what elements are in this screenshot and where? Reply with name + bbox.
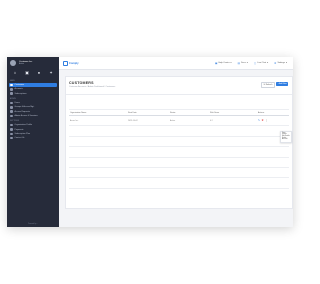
users-icon bbox=[10, 101, 13, 105]
help-center-label: Help Center bbox=[218, 62, 230, 64]
app-window: Customer Inc. Admin ⌂ ▣ ● ✦ Main Custome… bbox=[7, 57, 293, 227]
sessions-icon bbox=[10, 114, 13, 118]
add-customer-button[interactable]: + Add New bbox=[276, 82, 289, 86]
settings-label: Settings bbox=[277, 62, 285, 64]
payments-icon bbox=[10, 128, 13, 131]
sidebar-item-label: Groups & Access Mgt. bbox=[14, 106, 35, 109]
customers-table: Organization Name Start Date Status Risk… bbox=[69, 109, 289, 189]
table-row bbox=[69, 125, 289, 137]
docs-label: Docs bbox=[241, 62, 246, 64]
logo-icon bbox=[63, 60, 68, 66]
sidebar-item-label: Contact Us bbox=[14, 137, 25, 140]
cell-org: Acme Inc. bbox=[69, 115, 127, 127]
refresh-label: Refresh bbox=[265, 84, 273, 86]
chat-icon: ▢ bbox=[253, 61, 257, 65]
cell-start-date: 2023-10-02 bbox=[127, 115, 169, 127]
cell-status: Active bbox=[169, 115, 209, 127]
docs-button[interactable]: ▤ Docs ▾ bbox=[238, 62, 248, 65]
add-customer-label: + Add New bbox=[277, 83, 287, 85]
sidebar-item-label: Subscription Plan bbox=[14, 132, 31, 135]
profile-icon bbox=[10, 123, 13, 127]
table-row bbox=[69, 177, 289, 189]
row-actions-menu: View Details Edit Details Delete Account bbox=[280, 131, 292, 143]
sidebar-item-label: Accounts bbox=[14, 88, 23, 91]
refresh-button[interactable]: ↻ Refresh bbox=[261, 82, 275, 88]
sidebar-item-label: Customers bbox=[14, 84, 25, 87]
logo-text: Comply bbox=[69, 61, 79, 65]
help-icon: ▣ bbox=[214, 61, 218, 65]
customers-panel: CUSTOMERS Customer Accounts / Admin Dash… bbox=[65, 76, 293, 209]
app-logo[interactable]: Comply bbox=[63, 60, 79, 66]
cell-risk: 4.2 bbox=[209, 115, 257, 127]
sidebar-item-label: Users bbox=[14, 102, 20, 105]
sidebar-item-label: Access Requests bbox=[14, 110, 30, 113]
table-row bbox=[69, 167, 289, 179]
avatar bbox=[10, 60, 16, 66]
delete-icon[interactable]: ✖ bbox=[262, 119, 264, 122]
table-row bbox=[69, 157, 289, 168]
groups-icon bbox=[10, 106, 13, 109]
chevron-down-icon: ▾ bbox=[285, 62, 287, 64]
chevron-down-icon: ▾ bbox=[230, 62, 232, 64]
live-chat-button[interactable]: ▢ Live Chat ▾ bbox=[254, 62, 268, 65]
more-icon[interactable]: ⋮ bbox=[265, 119, 267, 122]
user-icon[interactable]: ● bbox=[37, 71, 42, 75]
sidebar: Customer Inc. Admin ⌂ ▣ ● ✦ Main Custome… bbox=[7, 57, 59, 227]
chevron-down-icon: ▾ bbox=[246, 62, 248, 64]
sidebar-item-label: Admin Access & Sessions bbox=[14, 114, 38, 117]
home-icon[interactable]: ⌂ bbox=[13, 71, 18, 75]
table-row bbox=[69, 136, 289, 148]
access-icon bbox=[10, 110, 13, 113]
accounts-icon bbox=[10, 88, 13, 91]
sidebar-item-label: Payments bbox=[14, 128, 24, 131]
quick-icons: ⌂ ▣ ● ✦ bbox=[7, 69, 59, 78]
sidebar-footer: Powered by ... bbox=[27, 224, 39, 225]
top-bar: Comply ▣ Help Center ▾ ▤ Docs ▾ ▢ Live Chat ▾ … bbox=[59, 57, 293, 70]
page-title: CUSTOMERS bbox=[69, 81, 94, 85]
customers-icon bbox=[10, 83, 13, 87]
plan-icon bbox=[10, 132, 13, 136]
cell-actions: ✎ ✖ ⋮ bbox=[257, 115, 289, 127]
subscriptions-icon bbox=[10, 92, 13, 95]
sidebar-item-label: Subscriptions bbox=[14, 92, 27, 95]
table-row bbox=[69, 146, 289, 158]
sidebar-item-contact[interactable]: Contact Us bbox=[7, 136, 59, 140]
chevron-down-icon: ▾ bbox=[267, 62, 269, 64]
user-profile[interactable]: Customer Inc. Admin bbox=[7, 57, 59, 69]
menu-item-delete[interactable]: Delete Account bbox=[281, 138, 291, 141]
settings-button[interactable]: ⚙ Settings ▾ bbox=[274, 62, 287, 65]
edit-icon[interactable]: ✎ bbox=[258, 119, 260, 122]
sidebar-item-label: Organization Profile bbox=[14, 124, 33, 127]
user-role: Admin bbox=[19, 63, 25, 66]
contact-icon bbox=[10, 136, 13, 140]
gear-icon: ⚙ bbox=[274, 61, 277, 65]
settings-icon[interactable]: ✦ bbox=[49, 71, 54, 75]
table-row[interactable]: Acme Inc. 2023-10-02 Active 4.2 ✎ ✖ ⋮ bbox=[69, 115, 289, 127]
briefcase-icon[interactable]: ▣ bbox=[25, 71, 30, 75]
help-center-button[interactable]: ▣ Help Center ▾ bbox=[215, 62, 232, 65]
docs-icon: ▤ bbox=[237, 61, 241, 65]
breadcrumb: Customer Accounts / Admin Dashboard / Cu… bbox=[69, 86, 116, 88]
live-chat-label: Live Chat bbox=[257, 62, 267, 64]
